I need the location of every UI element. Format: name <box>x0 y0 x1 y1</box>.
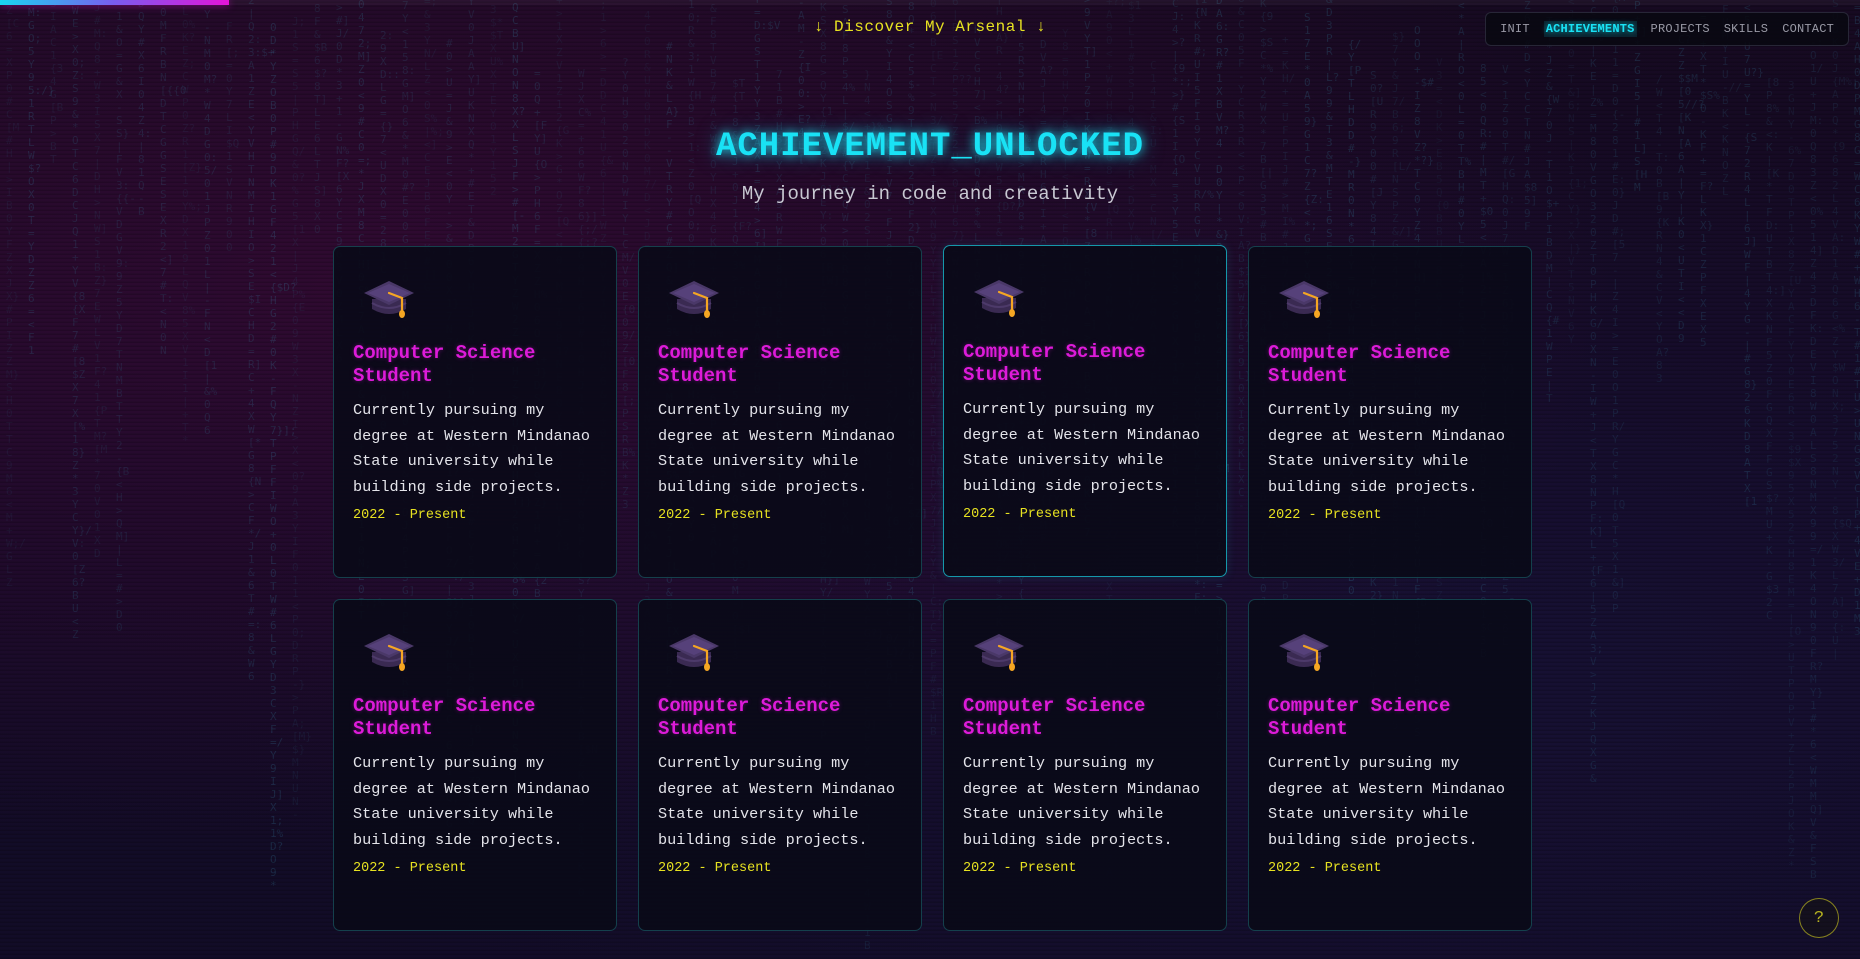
achievement-title: Computer Science Student <box>963 695 1146 740</box>
matrix-rain-column: GI0*DWE>X0;Z:S9&*OTC6DCJQ1+YV{8{XF7#[8$Z… <box>72 0 92 641</box>
nav-item-contact[interactable]: CONTACT <box>1782 22 1834 36</box>
achievement-date: 2022 - Present <box>1268 508 1382 523</box>
achievement-description: Currently pursuing my degree at Western … <box>1268 754 1505 849</box>
matrix-rain-column: ZSODK0J{M%;}APQ*{9682L4VA:D1AQ6G<%ZY$WON… <box>1832 0 1860 660</box>
achievement-title: Computer Science Student <box>1268 695 1451 740</box>
achievement-card[interactable]: Computer Science Student Currently pursu… <box>943 245 1227 577</box>
graduation-cap-icon <box>1268 630 1512 676</box>
matrix-rain-column: $/XRY[Y4ZYOM:GO;5Y95:/}1RTLW$?OX0T=YDZZ6… <box>28 0 55 357</box>
achievement-card[interactable]: Computer Science Student Currently pursu… <box>333 599 617 931</box>
matrix-rain-column: Z;KT%|2|Q2:3:$+A1ZE<YVHTNMIHIO>SE$ICHD=R… <box>248 0 275 683</box>
graduation-cap-icon <box>1268 277 1512 323</box>
achievement-description: Currently pursuing my degree at Western … <box>353 401 590 496</box>
section-title: ACHIEVEMENT_UNLOCKED <box>715 128 1145 166</box>
achievement-card[interactable]: Computer Science Student Currently pursu… <box>638 599 922 931</box>
achievement-date: 2022 - Present <box>963 861 1077 876</box>
graduation-cap-icon <box>353 277 597 323</box>
achievement-title: Computer Science Student <box>658 342 841 387</box>
matrix-rain-column: IK{R1X]AVJ#M:Q8+W3ISX7|DH>NW]S1B:Z}7EWLV… <box>94 0 108 560</box>
nav-item-projects[interactable]: PROJECTS <box>1651 22 1710 36</box>
achievement-card[interactable]: Computer Science Student Currently pursu… <box>638 246 922 578</box>
achievement-card[interactable]: Computer Science Student Currently pursu… <box>943 599 1227 931</box>
achievement-title: Computer Science Student <box>353 342 536 387</box>
achievement-card[interactable]: Computer Science Student Currently pursu… <box>1248 599 1532 931</box>
achievement-title: Computer Science Student <box>353 695 536 740</box>
graduation-cap-icon <box>963 630 1207 676</box>
achievement-card[interactable]: Computer Science Student Currently pursu… <box>333 246 617 578</box>
graduation-cap-icon <box>963 276 1207 322</box>
achievements-grid: Computer Science Student Currently pursu… <box>333 245 1532 931</box>
achievement-title: Computer Science Student <box>658 695 841 740</box>
achievement-date: 2022 - Present <box>353 508 467 523</box>
matrix-rain-column: FMZ[C6=XP0#C[M#H|>IB0YFZXJX}#PIZZM}SH0TT… <box>6 0 26 589</box>
matrix-rain-column: /W<T4-T:0B[B9{KRN4&CV<YOA?83 <box>1656 73 1670 385</box>
matrix-rain-column: T|*JZ&{W70J-T1O$+PIBDM|CQ{#1WPE|T <box>1546 15 1560 405</box>
achievement-description: Currently pursuing my degree at Western … <box>1268 401 1505 496</box>
achievement-description: Currently pursuing my degree at Western … <box>353 754 590 849</box>
achievement-title: Computer Science Student <box>963 341 1146 386</box>
matrix-rain-column: =B4AH0DPMG8G=WC6KYW?#+WH6-T#1#TU>U?NGSVC… <box>1854 1 1860 638</box>
matrix-rain-column: =O+XT*$S%0-KF+=F?LKX}1CZPFXEX5 <box>1700 11 1720 349</box>
graduation-cap-icon <box>658 277 902 323</box>
matrix-rain-column: 1/{M00-11=D0{-281#E:0}JD#;[57-|Z4I>=E0O1… <box>1612 0 1626 615</box>
achievement-description: Currently pursuing my degree at Western … <box>658 401 895 496</box>
page: FMZ[C6=XP0#C[M#H|>IB0YFZXJX}#PIZZM}SH0TT… <box>0 0 1860 959</box>
nav-item-init[interactable]: INIT <box>1500 22 1530 36</box>
help-button[interactable]: ? <box>1799 898 1839 938</box>
scroll-progress-fill <box>0 0 229 5</box>
achievement-date: 2022 - Present <box>1268 861 1382 876</box>
graduation-cap-icon <box>353 630 597 676</box>
achievement-date: 2022 - Present <box>658 508 772 523</box>
matrix-rain-column: D]M0Y-NM0M?*W4DG0:5/01JPZ01L|-FN<D[1|&%0… <box>204 0 218 437</box>
achievement-date: 2022 - Present <box>963 507 1077 522</box>
matrix-rain-column: 0+G$&0MFRBN[{{0DTCGGSESEXR2<]7#T:<N0N <box>160 0 187 357</box>
achievement-description: Currently pursuing my degree at Western … <box>658 754 895 849</box>
achievement-date: 2022 - Present <box>353 861 467 876</box>
achievement-description: Currently pursuing my degree at Western … <box>963 400 1200 495</box>
section-subtitle: My journey in code and creativity <box>741 183 1119 205</box>
achievement-date: 2022 - Present <box>658 861 772 876</box>
scroll-progress-bar <box>0 0 1860 5</box>
matrix-rain-column: 5;#GY<S]15VCF>%|KE|Z%=M80VGO320ZT0PHKG/0… <box>1590 0 1604 785</box>
matrix-rain-column: 7<<JAT0=T&]6;NS|KI{1;CY}-}X|}VT5NV6Y <box>1568 0 1588 346</box>
matrix-rain-column: 5E[XL0%K?EZ;CWP0Z?R1[Z}10Y%;DX19LQV8%5XV… <box>182 0 202 447</box>
nav-item-skills[interactable]: SKILLS <box>1724 22 1768 36</box>
top-nav: INIT ACHIEVEMENTS PROJECTS SKILLS CONTAC… <box>1485 12 1849 46</box>
graduation-cap-icon <box>658 630 902 676</box>
nav-item-achievements[interactable]: ACHIEVEMENTS <box>1543 21 1637 37</box>
matrix-rain-column: Y9=*01<5=U7U?}=YL-{S72R4L|6J]WF|4YG-|#G8… <box>1744 0 1764 508</box>
matrix-rain-column: =XOTRH9-1&O=G&X-SS}|FV3:{{-VDGV9:9Z5YD7T… <box>116 0 136 634</box>
achievement-description: Currently pursuing my degree at Western … <box>963 754 1200 849</box>
achievement-title: Computer Science Student <box>1268 342 1451 387</box>
achievement-card[interactable]: Computer Science Student Currently pursu… <box>1248 246 1532 578</box>
